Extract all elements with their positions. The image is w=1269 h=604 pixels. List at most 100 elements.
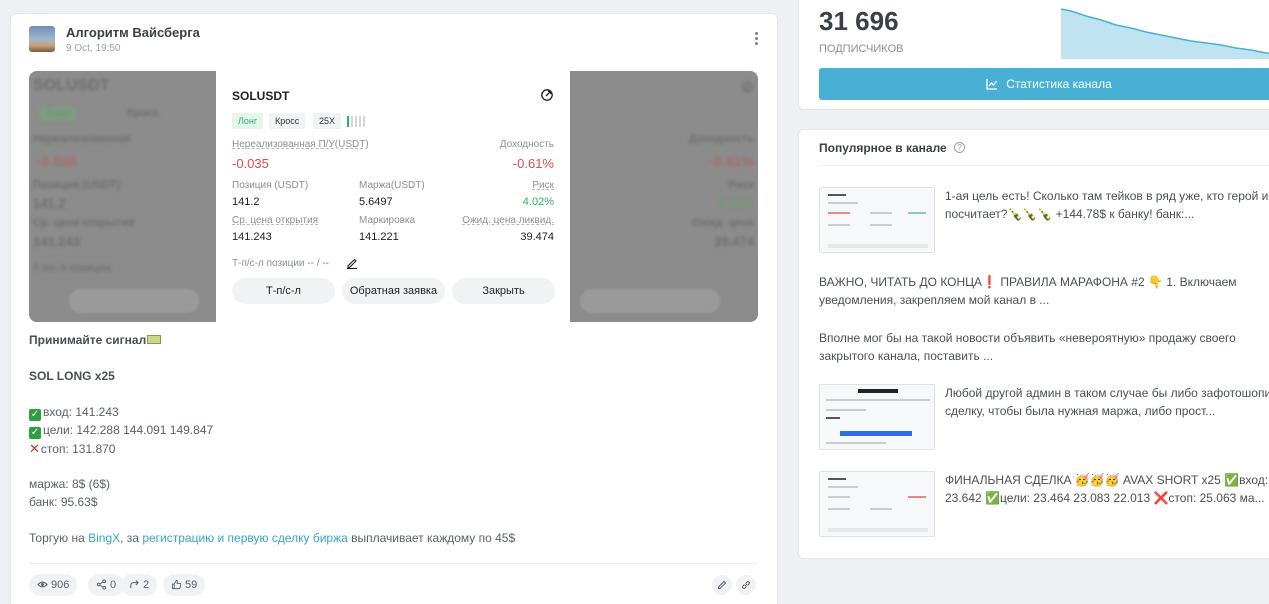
stop-text: стоп: 131.870 <box>40 442 116 456</box>
post-text-line1: Принимайте сигнал <box>29 333 162 347</box>
popular-item-line1: Любой другой админ в таком случае бы либ… <box>945 386 1269 400</box>
forwards-counter[interactable]: 2 <box>121 574 158 596</box>
popular-item-line2: уведомления, закрепляем мой канал в ... <box>819 293 1050 307</box>
position-value: 141.2 <box>232 196 260 208</box>
popular-item[interactable]: Вполне мог бы на такой новости объявить … <box>819 329 1269 365</box>
popular-item[interactable]: ФИНАЛЬНАЯ СДЕЛКА 🥳🥳🥳 AVAX SHORT x25 ✅вхо… <box>819 471 1269 537</box>
cross-icon: ✕ <box>29 441 40 456</box>
targets-line: ✓ цели: 142.288 144.091 149.847 <box>29 423 213 439</box>
views-counter[interactable]: 906 <box>29 574 78 596</box>
shares-counter[interactable]: 0 <box>88 574 125 596</box>
promo-mid: , за <box>120 531 143 545</box>
margin-value: 5.6497 <box>359 196 393 208</box>
more-options-icon[interactable] <box>751 32 761 48</box>
trade-symbol: SOLUSDT <box>232 89 290 103</box>
popular-item[interactable]: ВАЖНО, ЧИТАТЬ ДО КОНЦА❗ ПРАВИЛА МАРАФОНА… <box>819 273 1269 309</box>
tpsl-label: Т-п/с-л позиции <box>232 258 305 269</box>
post-thumbnail <box>819 471 935 537</box>
channel-stats-button[interactable]: Статистика канала <box>819 68 1269 100</box>
likes-counter[interactable]: 59 <box>163 574 206 596</box>
tpsl-line: Т-п/с-л позиции -- / -- <box>232 258 329 269</box>
blurred-background-left: SOLUSDT Лонг Кросс Нереализованная -0.03… <box>29 71 216 322</box>
entry-line: ✓ вход: 141.243 <box>29 405 119 421</box>
subscribers-label: подписчиков <box>819 43 904 55</box>
registration-link[interactable]: регистрацию и первую сделку биржа <box>142 531 347 545</box>
eye-icon <box>37 581 48 588</box>
shares-count: 0 <box>110 579 117 591</box>
popular-item[interactable]: 1-ая цель есть! Сколько там тейков в ряд… <box>819 187 1269 253</box>
tpsl-tp-value: -- <box>307 258 314 269</box>
trade-position-card: SOLUSDT Лонг Кросс 25X Нереализованная П… <box>216 71 570 322</box>
popular-in-channel: Популярное в канале ? 1-ая цель есть! Ск… <box>798 129 1269 559</box>
help-icon[interactable]: ? <box>954 142 965 153</box>
risk-value: 4.02% <box>522 196 554 208</box>
popular-item-line1: ФИНАЛЬНАЯ СДЕЛКА 🥳🥳🥳 AVAX SHORT x25 ✅вхо… <box>945 473 1269 487</box>
bank-text: банк: 95.63$ <box>29 495 98 509</box>
risk-bars-icon <box>347 116 365 127</box>
close-position-button: Закрыть <box>452 278 555 304</box>
open-price-value: 141.243 <box>232 231 272 243</box>
channel-avatar[interactable] <box>29 26 55 52</box>
post-text-signal: Принимайте сигнал <box>29 333 147 347</box>
promo-line: Торгую на BingX, за регистрацию и первую… <box>29 531 515 545</box>
share-icon <box>540 88 554 102</box>
unrealized-label: Нереализованная П/У(USDT) <box>232 139 369 150</box>
tpsl-button: Т-п/с-л <box>232 278 335 304</box>
post-card: Алгоритм Вайсберга 9 Oct, 19:50 SOLUSDT … <box>10 13 778 604</box>
check-icon: ✓ <box>29 427 41 439</box>
post-thumbnail <box>819 187 935 253</box>
subscribers-sparkline <box>1061 8 1269 59</box>
liq-price-value: 39.474 <box>520 231 554 243</box>
popular-title: Популярное в канале <box>819 141 947 155</box>
yield-value: -0.61% <box>512 156 554 171</box>
popular-item[interactable]: Любой другой админ в таком случае бы либ… <box>819 384 1269 450</box>
chart-icon <box>986 79 998 90</box>
promo-prefix: Торгую на <box>29 531 89 545</box>
popular-item-line1: ВАЖНО, ЧИТАТЬ ДО КОНЦА❗ ПРАВИЛА МАРАФОНА… <box>819 275 1237 289</box>
risk-label: Риск <box>532 180 554 191</box>
tag-long: Лонг <box>232 113 264 129</box>
margin-label: Маржа(USDT) <box>359 180 425 191</box>
post-image[interactable]: SOLUSDT Лонг Кросс Нереализованная -0.03… <box>29 71 758 322</box>
subscribers-count: 31 696 <box>819 6 899 36</box>
post-text-line2: SOL LONG x25 <box>29 369 115 383</box>
post-date: 9 Oct, 19:50 <box>66 43 121 54</box>
tpsl-sl-value: -- <box>322 258 329 269</box>
edit-tpsl-icon <box>346 256 358 269</box>
mark-price-label: Маркировка <box>359 215 416 226</box>
popular-item-line2: закрытого канала, поставить ... <box>819 349 994 363</box>
liq-price-label: Ожид. цена ликвид. <box>462 215 554 226</box>
post-header: Алгоритм Вайсберга 9 Oct, 19:50 <box>29 24 767 64</box>
tag-cross: Кросс <box>269 113 306 129</box>
pencil-icon <box>718 580 727 589</box>
thumbs-up-icon <box>171 579 182 590</box>
check-icon: ✓ <box>29 409 41 421</box>
edit-post-button[interactable] <box>712 575 732 595</box>
stop-line: ✕стоп: 131.870 <box>29 441 115 457</box>
money-icon <box>147 335 162 344</box>
popular-item-line2: 23.642 ✅цели: 23.464 23.083 22.013 ❌стоп… <box>945 491 1265 505</box>
yield-label: Доходность <box>499 139 554 150</box>
reverse-order-button: Обратная заявка <box>342 278 445 304</box>
tag-leverage: 25X <box>313 113 342 129</box>
popular-item-line2: посчитает?🍾🍾🍾 +144.78$ к банку! банк:... <box>945 207 1195 221</box>
promo-suffix: выплачивает каждому по 45$ <box>347 531 516 545</box>
channel-stats-label: Статистика канала <box>1006 77 1112 91</box>
forward-icon <box>130 580 139 589</box>
channel-stats-card: 31 696 подписчиков Статистика канала <box>798 0 1269 110</box>
post-thumbnail <box>819 384 935 450</box>
position-label: Позиция (USDT) <box>232 180 309 191</box>
open-price-label: Ср. цена открытия <box>232 215 319 226</box>
popular-item-line1: Вполне мог бы на такой новости объявить … <box>819 331 1236 345</box>
views-count: 906 <box>51 579 70 591</box>
targets-text: цели: 142.288 144.091 149.847 <box>43 423 214 437</box>
blurred-background-right: ⊘ Доходность -0.61% Риск 4.02% Ожид. цен… <box>570 71 758 322</box>
margin-text: маржа: 8$ (6$) <box>29 477 110 491</box>
channel-name[interactable]: Алгоритм Вайсберга <box>66 25 200 40</box>
mark-price-value: 141.221 <box>359 231 399 243</box>
copy-link-button[interactable] <box>736 575 756 595</box>
bingx-link[interactable]: BingX <box>88 531 120 545</box>
share-nodes-icon <box>96 579 107 590</box>
unrealized-value: -0.035 <box>232 156 269 171</box>
link-icon <box>742 581 750 589</box>
